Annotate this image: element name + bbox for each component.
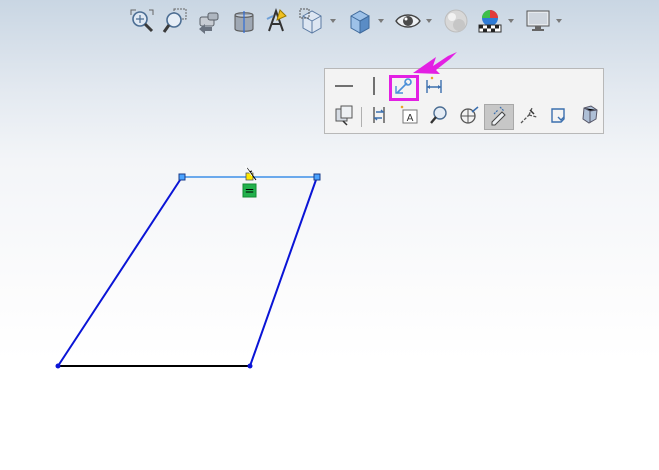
equal-relation-badge[interactable]: = — [242, 183, 257, 198]
convert-entities-icon — [368, 104, 390, 130]
construction-geometry-icon — [518, 104, 540, 130]
select-other-icon — [578, 104, 600, 130]
sketch-left-line[interactable] — [57, 176, 183, 367]
convert-entities-button[interactable] — [364, 104, 394, 130]
zoom-to-fit-tool[interactable] — [128, 4, 156, 38]
view-orientation-icon[interactable] — [298, 7, 326, 35]
select-other-button[interactable] — [574, 104, 604, 130]
hide-show-items-tool[interactable] — [394, 4, 436, 38]
zoom-to-area-tool[interactable] — [162, 4, 190, 38]
normal-to-button[interactable] — [454, 104, 484, 130]
previous-view-icon[interactable] — [196, 7, 224, 35]
dropdown-caret-icon[interactable] — [508, 19, 514, 23]
toolbar-separator — [361, 107, 362, 127]
dynamic-annotation-views-icon[interactable] — [264, 7, 292, 35]
construction-geometry-button[interactable] — [514, 104, 544, 130]
svg-text:=: = — [244, 184, 254, 198]
normal-to-icon — [458, 104, 480, 130]
make-horizontal-icon — [333, 75, 355, 101]
endpoint-handle-left[interactable] — [178, 173, 186, 181]
context-toolbar-row-2: A — [329, 104, 604, 130]
view-orientation-tool[interactable] — [298, 4, 340, 38]
zoom-to-selection-button[interactable] — [424, 104, 454, 130]
hide-show-items-icon[interactable] — [394, 7, 422, 35]
show-relations-icon — [333, 104, 355, 130]
zoom-to-selection-icon — [428, 104, 450, 130]
view-settings-icon[interactable] — [524, 7, 552, 35]
zoom-to-fit-icon[interactable] — [128, 7, 156, 35]
section-view-icon[interactable] — [230, 7, 258, 35]
smart-dimension-button[interactable] — [419, 75, 449, 101]
make-horizontal-button[interactable] — [329, 75, 359, 101]
display-style-tool[interactable] — [346, 4, 388, 38]
zoom-to-area-icon[interactable] — [162, 7, 190, 35]
fix-relation-icon — [393, 75, 415, 101]
dropdown-caret-icon[interactable] — [378, 19, 384, 23]
dropdown-caret-icon[interactable] — [330, 19, 336, 23]
sketch-context-toolbar: A — [324, 68, 604, 134]
dynamic-annotation-views-tool[interactable] — [264, 4, 292, 38]
sketch-edit-icon — [488, 104, 510, 130]
section-view-tool[interactable] — [230, 4, 258, 38]
dropdown-caret-icon[interactable] — [426, 19, 432, 23]
midpoint-handle[interactable] — [245, 172, 254, 181]
make-vertical-button[interactable] — [359, 75, 389, 101]
sketch-point-bottom-right[interactable] — [247, 363, 253, 369]
dropdown-caret-icon[interactable] — [556, 19, 562, 23]
sketch-text-icon: A — [398, 104, 420, 130]
apply-scene-icon[interactable] — [476, 7, 504, 35]
show-relations-button[interactable] — [329, 104, 359, 130]
rapid-sketch-icon — [548, 104, 570, 130]
sketch-point-bottom-left[interactable] — [55, 363, 61, 369]
apply-scene-tool[interactable] — [476, 4, 518, 38]
heads-up-view-toolbar — [128, 4, 572, 38]
display-style-icon[interactable] — [346, 7, 374, 35]
view-settings-tool[interactable] — [524, 4, 566, 38]
sketch-text-button[interactable]: A — [394, 104, 424, 130]
sketch-right-line[interactable] — [249, 176, 318, 367]
svg-text:A: A — [407, 113, 414, 124]
context-toolbar-row-1 — [329, 75, 449, 101]
smart-dimension-icon — [423, 75, 445, 101]
make-vertical-icon — [363, 75, 385, 101]
rapid-sketch-button[interactable] — [544, 104, 574, 130]
cursor-icon — [244, 165, 257, 181]
previous-view-tool[interactable] — [196, 4, 224, 38]
endpoint-handle-right[interactable] — [313, 173, 321, 181]
edit-appearance-icon[interactable] — [442, 7, 470, 35]
edit-appearance-tool[interactable] — [442, 4, 470, 38]
fix-relation-button[interactable] — [389, 75, 419, 101]
sketch-edit-button[interactable] — [484, 104, 514, 130]
